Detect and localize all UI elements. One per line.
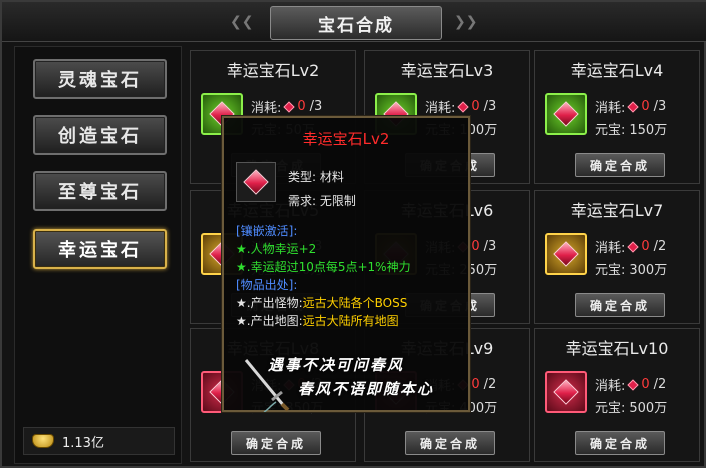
gem-synthesis-window: ❮❮ 宝石合成 ❯❯ 灵魂宝石 创造宝石 至尊宝石 幸运宝石 1.13亿 幸运宝…: [0, 0, 706, 468]
confirm-craft-button[interactable]: 确定合成: [575, 293, 665, 317]
tooltip-source-header: [物品出处]:: [236, 278, 298, 292]
consume-label: 消耗:: [425, 101, 456, 116]
tooltip-poem: 遇事不决可问春风 春风不语即随本心: [242, 352, 462, 412]
consume-row: 消耗: 0/3: [595, 97, 666, 116]
yuanbao-label: 元宝:: [595, 123, 626, 138]
tooltip-inlay-header: [镶嵌激活]:: [236, 224, 298, 238]
cost-row: 元宝: 300万: [595, 259, 667, 278]
small-gem-icon: [627, 378, 640, 391]
tooltip-source-monster: ★.产出怪物:远古大陆各个BOSS: [236, 296, 408, 310]
cost-row: 元宝: 150万: [595, 119, 667, 138]
small-gem-icon: [627, 240, 640, 253]
need-count: /3: [483, 239, 497, 254]
gem-icon: [553, 101, 579, 127]
need-count: /3: [653, 99, 667, 114]
need-count: /2: [653, 377, 667, 392]
gem-slot[interactable]: [545, 371, 587, 413]
tooltip-effect-1: ★.人物幸运+2: [236, 242, 317, 256]
consume-row: 消耗: 0/3: [251, 97, 322, 116]
currency-display: 1.13亿: [23, 427, 175, 455]
have-count: 0: [471, 377, 480, 392]
consume-label: 消耗:: [595, 241, 626, 256]
card-title: 幸运宝石Lv2: [226, 61, 320, 80]
tooltip-gem-icon: [236, 162, 276, 202]
tooltip-require: 需求: 无限制: [288, 194, 356, 208]
cost-row: 元宝: 500万: [595, 397, 667, 416]
confirm-craft-button[interactable]: 确定合成: [231, 431, 321, 455]
yuanbao-cost: 300万: [629, 263, 668, 278]
have-count: 0: [641, 99, 650, 114]
consume-row: 消耗: 0/3: [425, 97, 496, 116]
confirm-craft-button[interactable]: 确定合成: [575, 153, 665, 177]
gem-icon: [553, 241, 579, 267]
gem-card: 幸运宝石Lv7 消耗: 0/2 元宝: 300万确定合成: [534, 190, 700, 324]
tooltip-type: 类型: 材料: [288, 170, 344, 184]
card-title: 幸运宝石Lv7: [570, 201, 664, 220]
item-tooltip: 幸运宝石Lv2 类型: 材料 需求: 无限制 [镶嵌激活]: ★.人物幸运+2 …: [222, 116, 470, 412]
confirm-craft-button[interactable]: 确定合成: [575, 431, 665, 455]
yuanbao-cost: 150万: [629, 123, 668, 138]
gem-card: 幸运宝石Lv10 消耗: 0/2 元宝: 500万确定合成: [534, 328, 700, 462]
consume-label: 消耗:: [595, 379, 626, 394]
have-count: 0: [641, 239, 650, 254]
yuanbao-label: 元宝:: [595, 401, 626, 416]
category-button-soul[interactable]: 灵魂宝石: [33, 59, 167, 99]
window-title: 宝石合成: [270, 6, 442, 40]
card-title: 幸运宝石Lv3: [400, 61, 494, 80]
card-title: 幸运宝石Lv10: [565, 339, 669, 358]
yuanbao-label: 元宝:: [595, 263, 626, 278]
have-count: 0: [471, 239, 480, 254]
gem-slot[interactable]: [545, 93, 587, 135]
have-count: 0: [297, 99, 306, 114]
category-button-creation[interactable]: 创造宝石: [33, 115, 167, 155]
category-button-supreme[interactable]: 至尊宝石: [33, 171, 167, 211]
small-gem-icon: [283, 100, 296, 113]
need-count: /3: [483, 99, 497, 114]
tooltip-effect-2: ★.幸运超过10点每5点+1%神力: [236, 260, 411, 274]
yuanbao-cost: 500万: [629, 401, 668, 416]
tooltip-title: 幸运宝石Lv2: [302, 130, 390, 148]
gem-slot[interactable]: [545, 233, 587, 275]
gem-icon: [553, 379, 579, 405]
consume-label: 消耗:: [595, 101, 626, 116]
small-gem-icon: [457, 100, 470, 113]
title-ornament-right-icon: ❯❯: [454, 14, 478, 30]
category-panel: 灵魂宝石 创造宝石 至尊宝石 幸运宝石 1.13亿: [14, 46, 182, 464]
title-ornament-left-icon: ❮❮: [230, 14, 254, 30]
confirm-craft-button[interactable]: 确定合成: [405, 431, 495, 455]
gem-card: 幸运宝石Lv4 消耗: 0/3 元宝: 150万确定合成: [534, 50, 700, 184]
have-count: 0: [641, 377, 650, 392]
poem-line-2: 春风不语即随本心: [298, 380, 435, 398]
have-count: 0: [471, 99, 480, 114]
need-count: /2: [653, 239, 667, 254]
card-title: 幸运宝石Lv4: [570, 61, 664, 80]
need-count: /3: [309, 99, 323, 114]
consume-label: 消耗:: [251, 101, 282, 116]
category-button-luck[interactable]: 幸运宝石: [33, 229, 167, 269]
tooltip-source-map: ★.产出地图:远古大陆所有地图: [236, 314, 399, 328]
need-count: /2: [483, 377, 497, 392]
title-bar: ❮❮ 宝石合成 ❯❯: [2, 2, 706, 42]
currency-amount: 1.13亿: [62, 435, 104, 451]
consume-row: 消耗: 0/2: [595, 375, 666, 394]
small-gem-icon: [627, 100, 640, 113]
gold-ingot-icon: [32, 434, 54, 448]
poem-line-1: 遇事不决可问春风: [268, 356, 405, 374]
consume-row: 消耗: 0/2: [595, 237, 666, 256]
